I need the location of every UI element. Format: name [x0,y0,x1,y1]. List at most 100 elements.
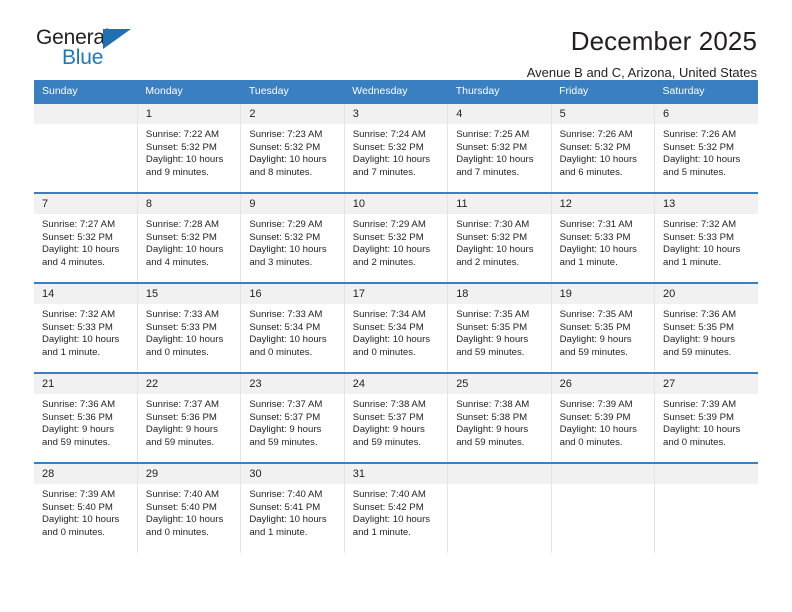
daylight-text: Daylight: 10 hours and 0 minutes. [559,424,637,448]
calendar-empty-cell [34,102,138,193]
calendar-day-cell[interactable]: 22 Sunrise: 7:37 AM Sunset: 5:36 PM Dayligh… [137,372,242,463]
calendar-day-cell[interactable]: 25 Sunrise: 7:38 AM Sunset: 5:38 PM Dayligh… [447,372,552,463]
calendar-day-cell[interactable]: 30 Sunrise: 7:40 AM Sunset: 5:41 PM Dayligh… [240,462,345,553]
day-details: Sunrise: 7:22 AM Sunset: 5:32 PM Daylight:… [138,124,240,179]
sunrise-text: Sunrise: 7:25 AM [456,129,530,140]
day-number: 20 [655,284,758,304]
calendar-day-cell[interactable]: 27 Sunrise: 7:39 AM Sunset: 5:39 PM Dayligh… [654,372,758,463]
calendar-day-cell[interactable]: 23 Sunrise: 7:37 AM Sunset: 5:37 PM Dayligh… [240,372,345,463]
day-details: Sunrise: 7:29 AM Sunset: 5:32 PM Daylight:… [345,214,447,269]
calendar-day-cell[interactable]: 10 Sunrise: 7:29 AM Sunset: 5:32 PM Dayligh… [344,192,449,283]
sunset-text: Sunset: 5:32 PM [145,231,217,243]
day-details: Sunrise: 7:39 AM Sunset: 5:40 PM Daylight:… [34,484,137,539]
daylight-text: Daylight: 10 hours and 1 minute. [42,334,120,358]
calendar-day-cell[interactable]: 29 Sunrise: 7:40 AM Sunset: 5:40 PM Dayligh… [137,462,242,553]
day-details: Sunrise: 7:30 AM Sunset: 5:32 PM Daylight:… [448,214,550,269]
day-number: 1 [137,104,241,124]
day-details: Sunrise: 7:24 AM Sunset: 5:32 PM Daylight:… [345,124,447,179]
day-number: 4 [448,104,551,124]
day-details: Sunrise: 7:27 AM Sunset: 5:32 PM Daylight:… [34,214,137,269]
sunset-text: Sunset: 5:32 PM [559,141,631,153]
day-number: 17 [344,284,448,304]
calendar-week-row: 28 Sunrise: 7:39 AM Sunset: 5:40 PM Dayligh… [34,462,758,553]
day-details: Sunrise: 7:32 AM Sunset: 5:33 PM Daylight:… [655,214,758,269]
calendar-day-cell[interactable]: 3 Sunrise: 7:24 AM Sunset: 5:32 PM Daylight… [344,102,449,193]
day-details: Sunrise: 7:37 AM Sunset: 5:37 PM Daylight:… [241,394,343,449]
daylight-text: Daylight: 9 hours and 59 minutes. [663,334,736,358]
day-details: Sunrise: 7:37 AM Sunset: 5:36 PM Daylight:… [138,394,240,449]
day-number: 31 [344,464,448,484]
sunrise-text: Sunrise: 7:30 AM [456,219,530,230]
day-details: Sunrise: 7:34 AM Sunset: 5:34 PM Daylight:… [345,304,447,359]
day-details: Sunrise: 7:31 AM Sunset: 5:33 PM Daylight:… [552,214,654,269]
day-details: Sunrise: 7:29 AM Sunset: 5:32 PM Daylight:… [241,214,343,269]
calendar-day-cell[interactable]: 16 Sunrise: 7:33 AM Sunset: 5:34 PM Dayligh… [240,282,345,373]
sunset-text: Sunset: 5:38 PM [456,411,528,423]
daylight-text: Daylight: 10 hours and 4 minutes. [145,244,224,268]
day-details: Sunrise: 7:23 AM Sunset: 5:32 PM Daylight:… [241,124,343,179]
calendar-day-cell[interactable]: 14 Sunrise: 7:32 AM Sunset: 5:33 PM Dayligh… [34,282,138,373]
calendar-day-cell[interactable]: 19 Sunrise: 7:35 AM Sunset: 5:35 PM Dayligh… [551,282,656,373]
calendar-day-cell[interactable]: 12 Sunrise: 7:31 AM Sunset: 5:33 PM Dayligh… [551,192,656,283]
daylight-text: Daylight: 10 hours and 2 minutes. [352,244,431,268]
day-number: 25 [448,374,551,394]
daylight-text: Daylight: 10 hours and 7 minutes. [352,154,431,178]
day-number: 15 [137,284,241,304]
day-number: 22 [137,374,241,394]
calendar-day-cell[interactable]: 26 Sunrise: 7:39 AM Sunset: 5:39 PM Dayligh… [551,372,656,463]
weekday-header-saturday: Saturday [654,80,758,103]
calendar-day-cell[interactable]: 7 Sunrise: 7:27 AM Sunset: 5:32 PM Daylight… [34,192,138,283]
sunset-text: Sunset: 5:32 PM [663,141,734,153]
sunrise-text: Sunrise: 7:38 AM [456,399,530,410]
sunset-text: Sunset: 5:33 PM [42,321,113,333]
calendar-day-cell[interactable]: 15 Sunrise: 7:33 AM Sunset: 5:33 PM Dayligh… [137,282,242,373]
day-details: Sunrise: 7:36 AM Sunset: 5:35 PM Daylight:… [655,304,758,359]
calendar-day-cell[interactable]: 18 Sunrise: 7:35 AM Sunset: 5:35 PM Dayligh… [447,282,552,373]
sunset-text: Sunset: 5:39 PM [663,411,734,423]
sunrise-text: Sunrise: 7:38 AM [352,399,426,410]
calendar-empty-cell [551,462,656,553]
calendar-week-row: 7 Sunrise: 7:27 AM Sunset: 5:32 PM Daylight… [34,192,758,283]
calendar-day-cell[interactable]: 20 Sunrise: 7:36 AM Sunset: 5:35 PM Dayligh… [654,282,758,373]
calendar-day-cell[interactable]: 31 Sunrise: 7:40 AM Sunset: 5:42 PM Dayligh… [344,462,449,553]
calendar-day-cell[interactable]: 6 Sunrise: 7:26 AM Sunset: 5:32 PM Daylight… [654,102,758,193]
calendar-day-cell[interactable]: 21 Sunrise: 7:36 AM Sunset: 5:36 PM Dayligh… [34,372,138,463]
weekday-header-tuesday: Tuesday [240,80,345,103]
sunrise-text: Sunrise: 7:31 AM [559,219,633,230]
sunrise-text: Sunrise: 7:35 AM [456,309,530,320]
day-number [655,464,758,484]
sunset-text: Sunset: 5:32 PM [145,141,217,153]
sunset-text: Sunset: 5:33 PM [145,321,217,333]
calendar-day-cell[interactable]: 8 Sunrise: 7:28 AM Sunset: 5:32 PM Daylight… [137,192,242,283]
calendar-day-cell[interactable]: 9 Sunrise: 7:29 AM Sunset: 5:32 PM Daylight… [240,192,345,283]
day-number: 9 [241,194,344,214]
calendar-day-cell[interactable]: 13 Sunrise: 7:32 AM Sunset: 5:33 PM Dayligh… [654,192,758,283]
daylight-text: Daylight: 10 hours and 4 minutes. [42,244,120,268]
calendar-day-cell[interactable]: 11 Sunrise: 7:30 AM Sunset: 5:32 PM Dayligh… [447,192,552,283]
day-details: Sunrise: 7:36 AM Sunset: 5:36 PM Daylight:… [34,394,137,449]
calendar-day-cell[interactable]: 24 Sunrise: 7:38 AM Sunset: 5:37 PM Dayligh… [344,372,449,463]
day-details: Sunrise: 7:39 AM Sunset: 5:39 PM Daylight:… [655,394,758,449]
calendar-day-cell[interactable]: 5 Sunrise: 7:26 AM Sunset: 5:32 PM Daylight… [551,102,656,193]
sunrise-text: Sunrise: 7:26 AM [663,129,737,140]
calendar-day-cell[interactable]: 2 Sunrise: 7:23 AM Sunset: 5:32 PM Daylight… [240,102,345,193]
day-number: 19 [551,284,655,304]
sunset-text: Sunset: 5:32 PM [352,231,424,243]
calendar-day-cell[interactable]: 28 Sunrise: 7:39 AM Sunset: 5:40 PM Dayligh… [34,462,138,553]
sunset-text: Sunset: 5:39 PM [559,411,631,423]
day-number: 6 [655,104,758,124]
general-blue-logo[interactable]: General Blue [34,26,144,72]
day-number [448,464,551,484]
calendar-day-cell[interactable]: 1 Sunrise: 7:22 AM Sunset: 5:32 PM Daylight… [137,102,242,193]
daylight-text: Daylight: 10 hours and 1 minute. [559,244,637,268]
calendar-week-row: 21 Sunrise: 7:36 AM Sunset: 5:36 PM Dayligh… [34,372,758,463]
calendar-day-cell[interactable]: 4 Sunrise: 7:25 AM Sunset: 5:32 PM Daylight… [447,102,552,193]
calendar-header-row: Sunday Monday Tuesday Wednesday Thursday… [34,80,758,103]
daylight-text: Daylight: 10 hours and 0 minutes. [663,424,741,448]
sunrise-text: Sunrise: 7:26 AM [559,129,633,140]
day-details: Sunrise: 7:38 AM Sunset: 5:37 PM Daylight:… [345,394,447,449]
weekday-header-thursday: Thursday [447,80,552,103]
calendar-empty-cell [447,462,552,553]
triangle-icon [103,29,131,49]
calendar-day-cell[interactable]: 17 Sunrise: 7:34 AM Sunset: 5:34 PM Dayligh… [344,282,449,373]
